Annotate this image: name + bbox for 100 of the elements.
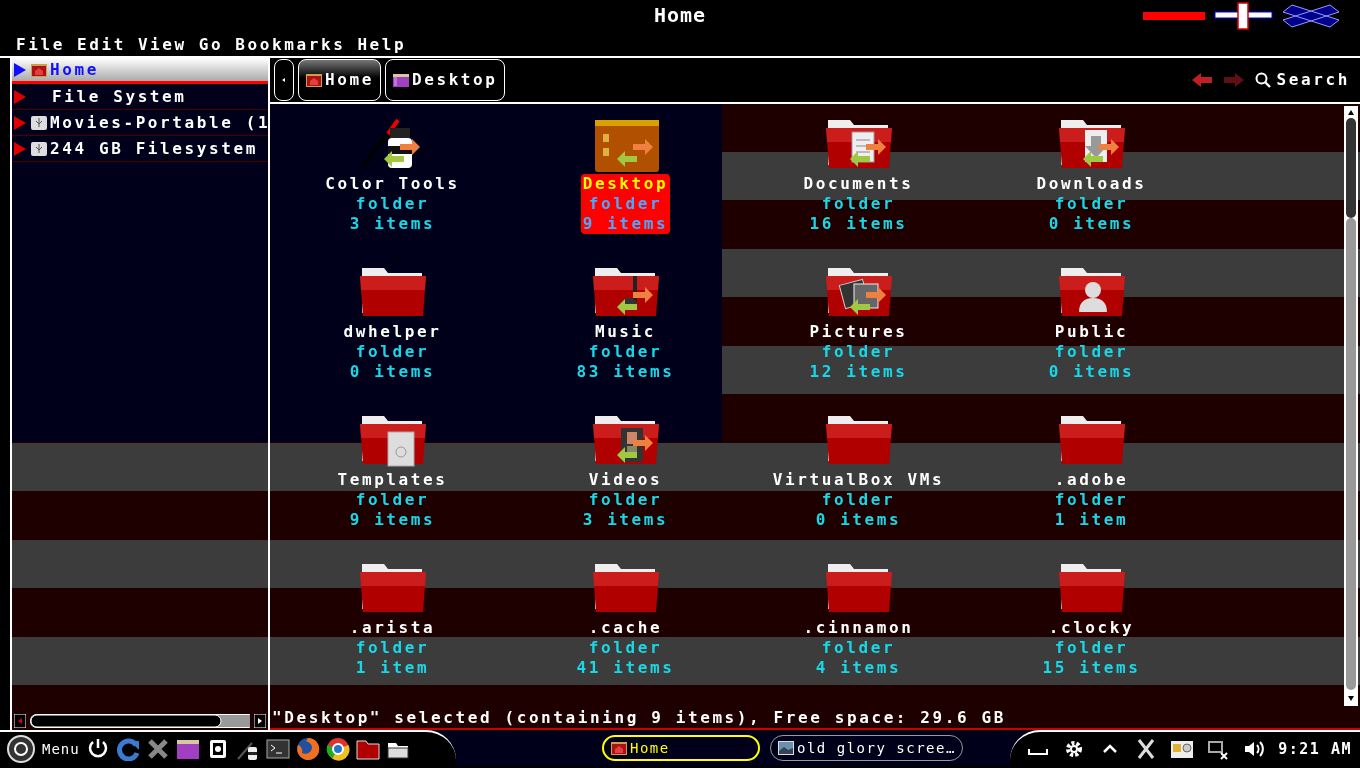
folder-name: Color Tools <box>325 174 460 194</box>
menu-item[interactable]: File <box>16 36 65 56</box>
back-arrow-icon[interactable] <box>1190 72 1213 88</box>
item-count: 15 items <box>1042 658 1141 678</box>
scroll-right-icon[interactable] <box>254 714 266 728</box>
folder-tile[interactable]: .cache folder 41 items <box>574 618 677 678</box>
folder-type: folder <box>1054 490 1129 510</box>
item-count: 16 items <box>809 214 908 234</box>
drive-icon <box>30 114 48 131</box>
folder-tile[interactable]: Pictures folder 12 items <box>807 322 910 382</box>
folder-tile[interactable]: Music folder 83 items <box>574 322 677 382</box>
folder-tile[interactable]: Documents folder 16 items <box>801 174 916 234</box>
sidebar-item[interactable]: Home <box>12 58 268 84</box>
search-icon <box>1254 72 1271 88</box>
home-folder-icon <box>610 740 628 756</box>
drive-icon <box>30 140 48 157</box>
menu-item[interactable]: Bookmarks <box>235 36 346 56</box>
taskbar-window-button[interactable]: old glory scree… <box>770 735 963 761</box>
folder-name: .cache <box>588 618 663 638</box>
item-count: 3 items <box>349 214 436 234</box>
item-count: 0 items <box>349 362 436 382</box>
folder-tile[interactable]: dwhelper folder 0 items <box>341 322 444 382</box>
folder-name: Templates <box>337 470 448 490</box>
folder-type: folder <box>355 342 430 362</box>
home-folder-icon <box>305 72 323 88</box>
folder-name: Videos <box>588 470 663 490</box>
item-count: 12 items <box>809 362 908 382</box>
back-button[interactable] <box>274 59 294 101</box>
home-folder-icon <box>30 61 48 78</box>
folder-name: Downloads <box>1036 174 1147 194</box>
folder-type: folder <box>588 342 663 362</box>
folder-tile[interactable]: Templates folder 9 items <box>335 470 450 530</box>
folder-type: folder <box>821 342 896 362</box>
item-count: 83 items <box>576 362 675 382</box>
terminal-icon[interactable] <box>265 737 290 761</box>
folder-tile[interactable]: .adobe folder 1 item <box>1052 470 1131 530</box>
folder-tile[interactable]: .clocky folder 15 items <box>1040 618 1143 678</box>
menu-item[interactable]: View <box>137 36 187 56</box>
clock[interactable]: 9:21 AM <box>1278 737 1352 761</box>
item-count: 0 items <box>1048 214 1135 234</box>
folder-tile[interactable]: Color Tools folder 3 items <box>323 174 462 234</box>
item-count: 1 item <box>355 658 430 678</box>
menu-button[interactable]: Menu <box>42 738 80 760</box>
folder-type: folder <box>821 194 896 214</box>
window-icon[interactable] <box>175 737 200 761</box>
item-count: 4 items <box>815 658 902 678</box>
close-icon[interactable] <box>1282 3 1340 29</box>
image-icon <box>777 740 795 756</box>
folder-type: folder <box>355 194 430 214</box>
folder-name: VirtualBox VMs <box>772 470 945 490</box>
item-count: 9 items <box>349 510 436 530</box>
folder-tile[interactable]: .arista folder 1 item <box>347 618 438 678</box>
folder-tile[interactable]: Downloads folder 0 items <box>1034 174 1149 234</box>
sidebar-item[interactable]: File System <box>12 84 268 110</box>
menu-item[interactable]: Help <box>357 36 407 56</box>
window-title: Home <box>653 2 707 29</box>
expander-icon[interactable] <box>12 61 28 78</box>
folder-name: Pictures <box>809 322 908 342</box>
folder-type: folder <box>588 194 663 214</box>
folder-name: .arista <box>349 618 436 638</box>
folder-name: Desktop <box>582 174 669 194</box>
folder-tile[interactable]: Desktop folder 9 items <box>580 174 671 234</box>
item-count: 41 items <box>576 658 675 678</box>
folder-name: .clocky <box>1048 618 1135 638</box>
expander-icon[interactable] <box>12 88 28 105</box>
folder-type: folder <box>1054 342 1129 362</box>
folder-type: folder <box>355 490 430 510</box>
folder-type: folder <box>821 490 896 510</box>
path-button[interactable]: Desktop <box>384 59 505 101</box>
cross-icon[interactable] <box>145 737 170 761</box>
folder-name: .adobe <box>1054 470 1129 490</box>
folder-type: folder <box>821 638 896 658</box>
scroll-left-icon[interactable] <box>14 714 26 728</box>
item-count: 0 items <box>1048 362 1135 382</box>
menu-item[interactable]: Go <box>198 36 224 56</box>
expander-icon[interactable] <box>12 114 28 131</box>
item-count: 0 items <box>815 510 902 530</box>
item-count: 3 items <box>582 510 669 530</box>
path-button[interactable]: Home <box>298 59 381 101</box>
folder-type: folder <box>588 638 663 658</box>
sidebar-item[interactable]: 244 GB Filesystem <box>12 136 268 162</box>
window-icon <box>391 72 410 88</box>
folder-tile[interactable]: VirtualBox VMs folder 0 items <box>770 470 947 530</box>
minimize-icon[interactable] <box>1142 11 1206 21</box>
folder-type: folder <box>1054 194 1129 214</box>
folder-name: Public <box>1054 322 1129 342</box>
menu-item[interactable]: Edit <box>76 36 126 56</box>
refresh-icon[interactable] <box>115 737 140 761</box>
folder-name: Music <box>594 322 657 342</box>
expander-icon[interactable] <box>12 140 28 157</box>
horizontal-scrollbar[interactable] <box>29 714 251 728</box>
folder-name: Documents <box>803 174 914 194</box>
folder-tile[interactable]: Public folder 0 items <box>1046 322 1137 382</box>
chrome-icon[interactable] <box>325 737 350 761</box>
item-count: 1 item <box>1054 510 1129 530</box>
folder-name: .cinnamon <box>803 618 914 638</box>
folder-tile[interactable]: Videos folder 3 items <box>580 470 671 530</box>
maximize-icon[interactable] <box>1214 2 1274 30</box>
folder-tile[interactable]: .cinnamon folder 4 items <box>801 618 916 678</box>
taskbar-window-button[interactable]: Home <box>602 735 760 761</box>
